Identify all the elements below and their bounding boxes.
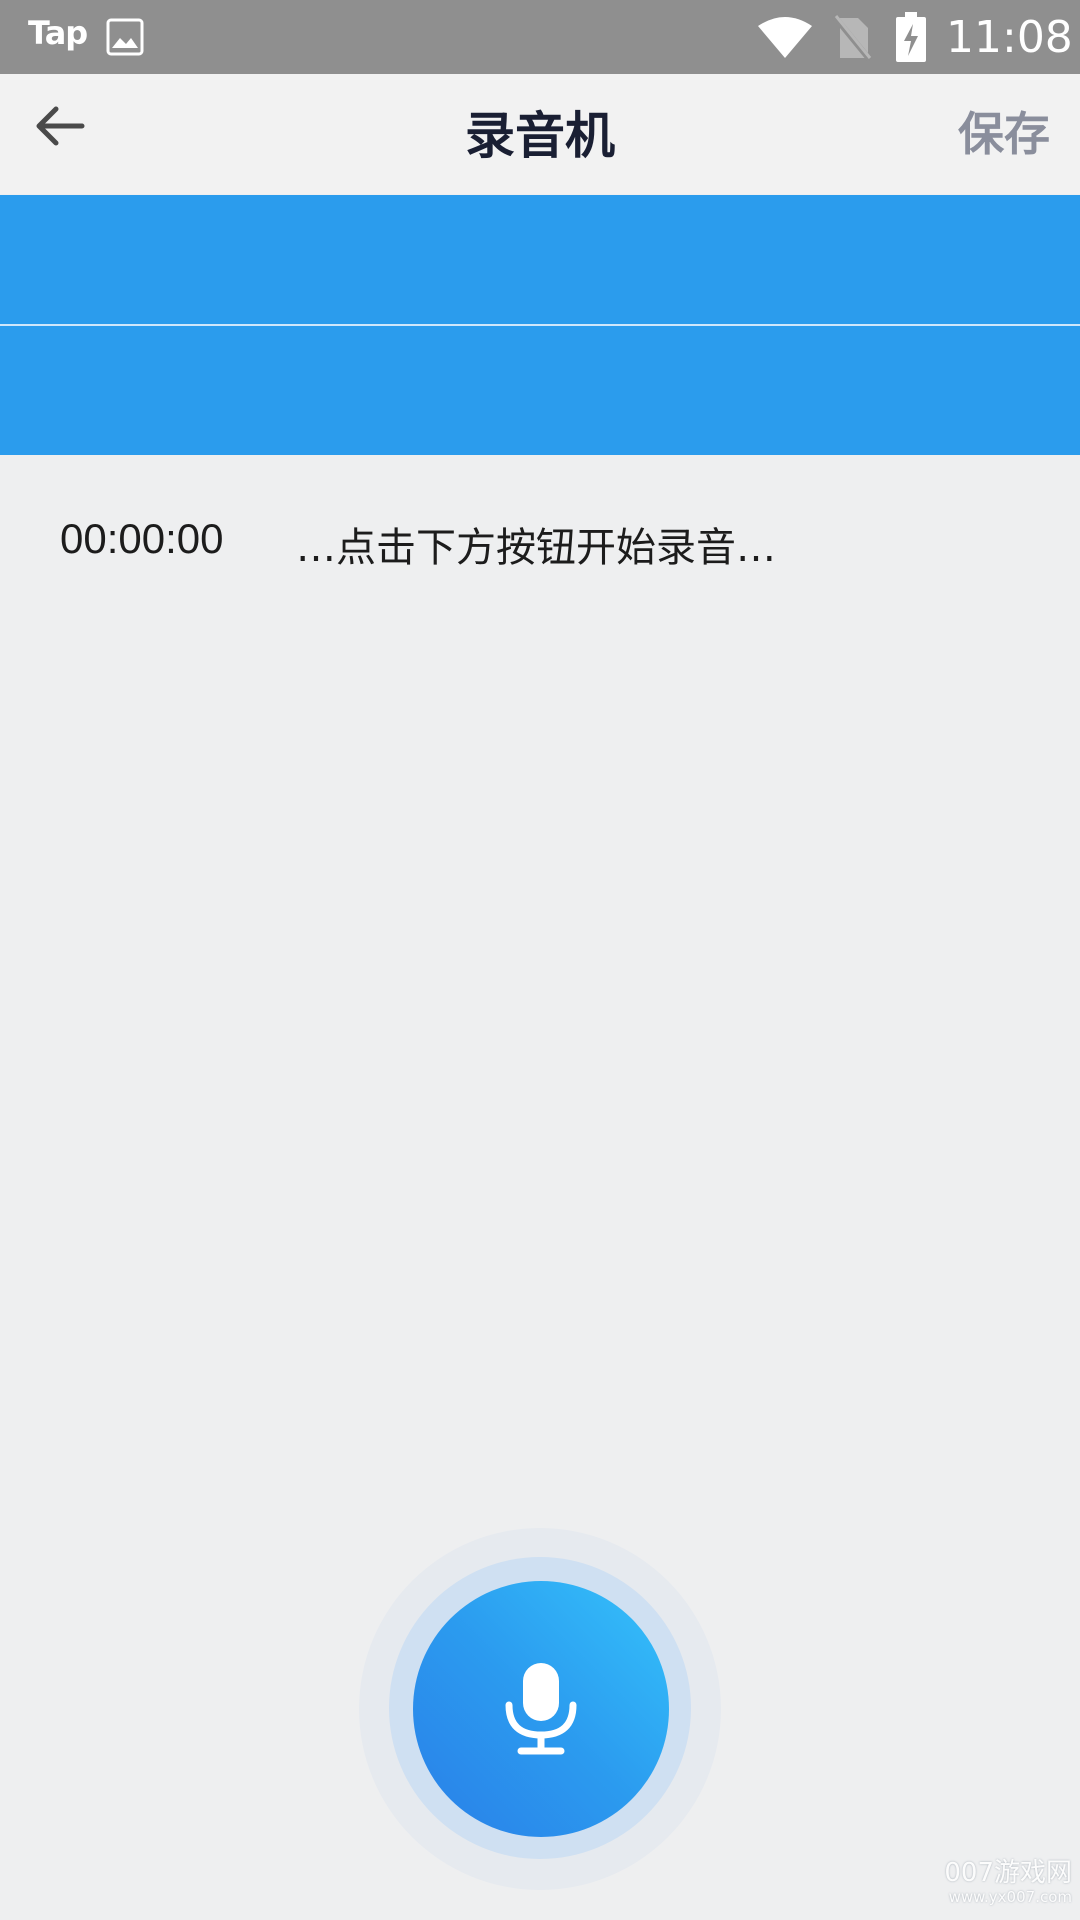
gallery-icon	[106, 18, 144, 56]
app-bar: 录音机 保存	[0, 74, 1080, 194]
record-button[interactable]	[413, 1581, 669, 1837]
microphone-icon	[505, 1663, 577, 1755]
watermark: 007游戏网 www.yx007.com	[944, 1858, 1072, 1906]
waveform-panel-bottom	[0, 326, 1080, 455]
watermark-url: www.yx007.com	[948, 1888, 1072, 1906]
waveform-panel-top	[0, 195, 1080, 324]
recording-status-row: 00:00:00 …点击下方按钮开始录音…	[0, 515, 1080, 575]
status-bar: Tap 11:08	[0, 0, 1080, 74]
recording-hint: …点击下方按钮开始录音…	[296, 525, 776, 571]
no-sim-icon	[832, 14, 872, 62]
watermark-main: 007游戏网	[944, 1858, 1072, 1888]
status-carrier-label: Tap	[28, 14, 88, 52]
save-button[interactable]: 保存	[958, 98, 1050, 164]
battery-charging-icon	[896, 12, 926, 62]
page-title: 录音机	[465, 107, 615, 165]
wifi-icon	[758, 17, 812, 58]
elapsed-time: 00:00:00	[60, 515, 224, 562]
status-time: 11:08	[946, 12, 1073, 63]
